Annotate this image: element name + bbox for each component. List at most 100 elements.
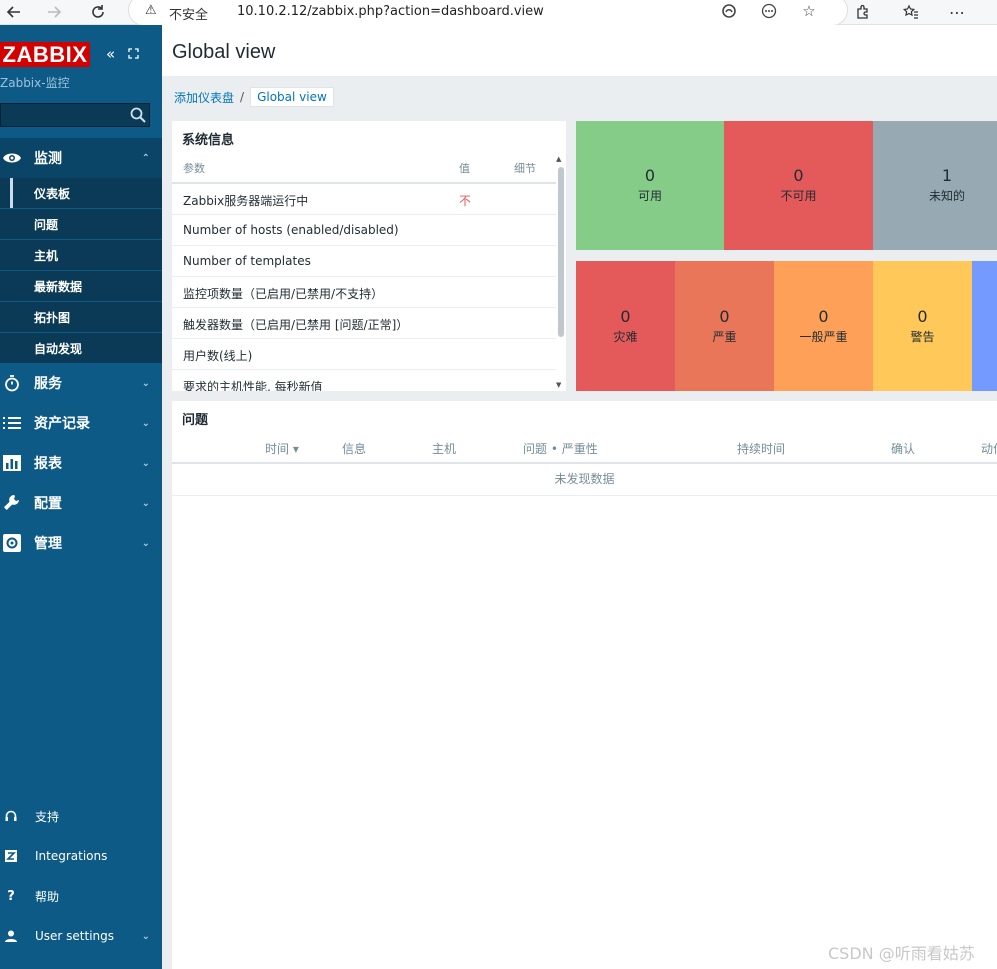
- severity-average-tile[interactable]: 0 一般严重: [774, 261, 873, 391]
- breadcrumb-dashboards-link[interactable]: 添加仪表盘: [174, 89, 234, 106]
- sidebar: ZABBIX « Zabbix-监控 监测 ⌃ 仪表板 问题 主机 最新数据 拓…: [0, 25, 162, 969]
- watermark: CSDN @听雨看姑苏: [828, 944, 975, 963]
- menu-user-settings[interactable]: User settings ⌄: [0, 918, 162, 954]
- menu-inventory-label: 资产记录: [34, 416, 90, 432]
- sidebar-collapse-controls: «: [106, 45, 139, 63]
- chevron-down-icon: ⌄: [141, 457, 150, 469]
- menu-services[interactable]: 服务 ⌄: [0, 363, 162, 403]
- menu-integrations[interactable]: Integrations: [0, 838, 162, 874]
- submenu-dashboard[interactable]: 仪表板: [0, 178, 162, 209]
- monitoring-submenu: 仪表板 问题 主机 最新数据 拓扑图 自动发现: [0, 178, 162, 364]
- menu-inventory[interactable]: 资产记录 ⌄: [0, 403, 162, 443]
- menu-reports[interactable]: 报表 ⌄: [0, 443, 162, 483]
- column-host: 主机: [432, 442, 457, 456]
- table-row: 监控项数量（已启用/已禁用/不支持）: [172, 277, 556, 308]
- severity-disaster-tile[interactable]: 0 灾难: [576, 261, 675, 391]
- submenu-problems[interactable]: 问题: [0, 209, 162, 240]
- breadcrumb-current[interactable]: Global view: [250, 87, 334, 107]
- table-row: 要求的主机性能, 每秒新值: [172, 370, 556, 391]
- severity-warning-tile[interactable]: 0 警告: [873, 261, 972, 391]
- column-ack: 确认: [891, 442, 916, 456]
- scroll-down-icon[interactable]: ▼: [556, 381, 561, 389]
- menu-dots-icon[interactable]: ⋯: [946, 1, 968, 23]
- chevron-down-icon: ⌄: [141, 497, 150, 509]
- reload-icon: [92, 5, 104, 18]
- browser-toolbar: ⚠ 不安全 10.10.2.12/zabbix.php?action=dashb…: [0, 0, 997, 26]
- column-time[interactable]: 时间 ▾: [265, 440, 299, 457]
- submenu-maps[interactable]: 拓扑图: [0, 302, 162, 333]
- menu-support-label: 支持: [35, 809, 60, 824]
- availability-unknown-tile[interactable]: 1 未知的: [873, 121, 997, 250]
- gear-icon: [0, 534, 24, 552]
- menu-configuration-label: 配置: [34, 496, 62, 512]
- warning-icon: ⚠: [145, 3, 157, 18]
- menu-configuration[interactable]: 配置 ⌄: [0, 483, 162, 523]
- availability-available-tile[interactable]: 0 可用: [576, 121, 724, 250]
- submenu-discovery[interactable]: 自动发现: [0, 333, 162, 364]
- row-param: Number of templates: [183, 254, 311, 268]
- forward-button[interactable]: [40, 0, 68, 24]
- menu-integrations-label: Integrations: [35, 849, 108, 863]
- menu-help[interactable]: ? 帮助: [0, 878, 162, 914]
- reload-button[interactable]: [84, 0, 112, 24]
- table-header: 参数 值 细节: [172, 157, 556, 184]
- column-problem-severity: 问题 • 严重性: [523, 442, 598, 456]
- column-value: 值: [459, 162, 470, 175]
- main-content: Global view 添加仪表盘 / Global view 系统信息 参数 …: [162, 25, 997, 969]
- forward-arrow-icon: [48, 6, 62, 18]
- edge-reader-icon[interactable]: [719, 1, 739, 21]
- user-icon: [0, 930, 22, 942]
- breadcrumb-separator: /: [240, 90, 245, 104]
- menu-services-label: 服务: [34, 376, 62, 392]
- favorite-star-icon[interactable]: ☆: [799, 1, 819, 21]
- tile-count: 0: [818, 306, 829, 326]
- severity-information-tile[interactable]: [972, 261, 997, 391]
- breadcrumb: 添加仪表盘 / Global view: [174, 86, 334, 108]
- menu-monitoring[interactable]: 监测 ⌃: [0, 138, 162, 178]
- menu-user-settings-label: User settings: [35, 929, 115, 943]
- no-data-message: 未发现数据: [172, 464, 997, 496]
- submenu-hosts[interactable]: 主机: [0, 240, 162, 271]
- address-bar[interactable]: ⚠ 不安全 10.10.2.12/zabbix.php?action=dashb…: [128, 0, 848, 26]
- table-row: Number of templates: [172, 246, 556, 277]
- row-param: 要求的主机性能, 每秒新值: [183, 380, 323, 391]
- column-actions: 动作: [981, 442, 997, 456]
- bar-chart-icon: [0, 455, 24, 471]
- table-row: Zabbix服务器端运行中 不: [172, 184, 556, 215]
- column-param: 参数: [183, 162, 205, 175]
- widget-title: 系统信息: [182, 133, 235, 148]
- row-param: 触发器数量（已启用/已禁用 [问题/正常]）: [183, 318, 409, 332]
- scrollbar[interactable]: ▲ ▼: [556, 155, 564, 389]
- tile-count: 0: [644, 166, 656, 185]
- tile-count: 1: [941, 166, 953, 185]
- tile-label: 可用: [637, 189, 662, 203]
- stopwatch-icon: [0, 374, 24, 392]
- extensions-icon[interactable]: [852, 1, 874, 23]
- problems-widget: 问题 时间 ▾ 信息 主机 问题 • 严重性 持续时间 确认 动作 未发现数据: [172, 401, 997, 969]
- search-icon[interactable]: [129, 106, 147, 124]
- zabbix-z-icon: [0, 850, 22, 862]
- widget-title: 问题: [182, 413, 209, 428]
- availability-unavailable-tile[interactable]: 0 不可用: [724, 121, 873, 250]
- scroll-up-icon[interactable]: ▲: [556, 155, 561, 163]
- back-button[interactable]: [0, 0, 28, 24]
- chevron-up-icon: ⌃: [141, 152, 150, 164]
- column-details: 细节: [514, 162, 536, 175]
- menu-support[interactable]: 支持: [0, 798, 162, 834]
- more-tools-icon[interactable]: [759, 1, 779, 21]
- column-info: 信息: [342, 442, 367, 456]
- menu-administration[interactable]: 管理 ⌄: [0, 523, 162, 563]
- collapse-sidebar-icon[interactable]: «: [106, 45, 115, 63]
- severity-high-tile[interactable]: 0 严重: [675, 261, 774, 391]
- submenu-latest-data[interactable]: 最新数据: [0, 271, 162, 302]
- url-text[interactable]: 10.10.2.12/zabbix.php?action=dashboard.v…: [237, 4, 544, 19]
- scroll-thumb[interactable]: [558, 167, 564, 337]
- zabbix-logo[interactable]: ZABBIX: [0, 42, 90, 67]
- favorites-list-icon[interactable]: [900, 1, 922, 23]
- help-question-icon: ?: [7, 888, 15, 904]
- page-title: Global view: [172, 41, 276, 63]
- kiosk-mode-icon[interactable]: [128, 45, 139, 63]
- tile-label: 警告: [910, 329, 935, 344]
- row-param: 用户数(线上): [183, 349, 253, 363]
- search-input[interactable]: [0, 103, 150, 127]
